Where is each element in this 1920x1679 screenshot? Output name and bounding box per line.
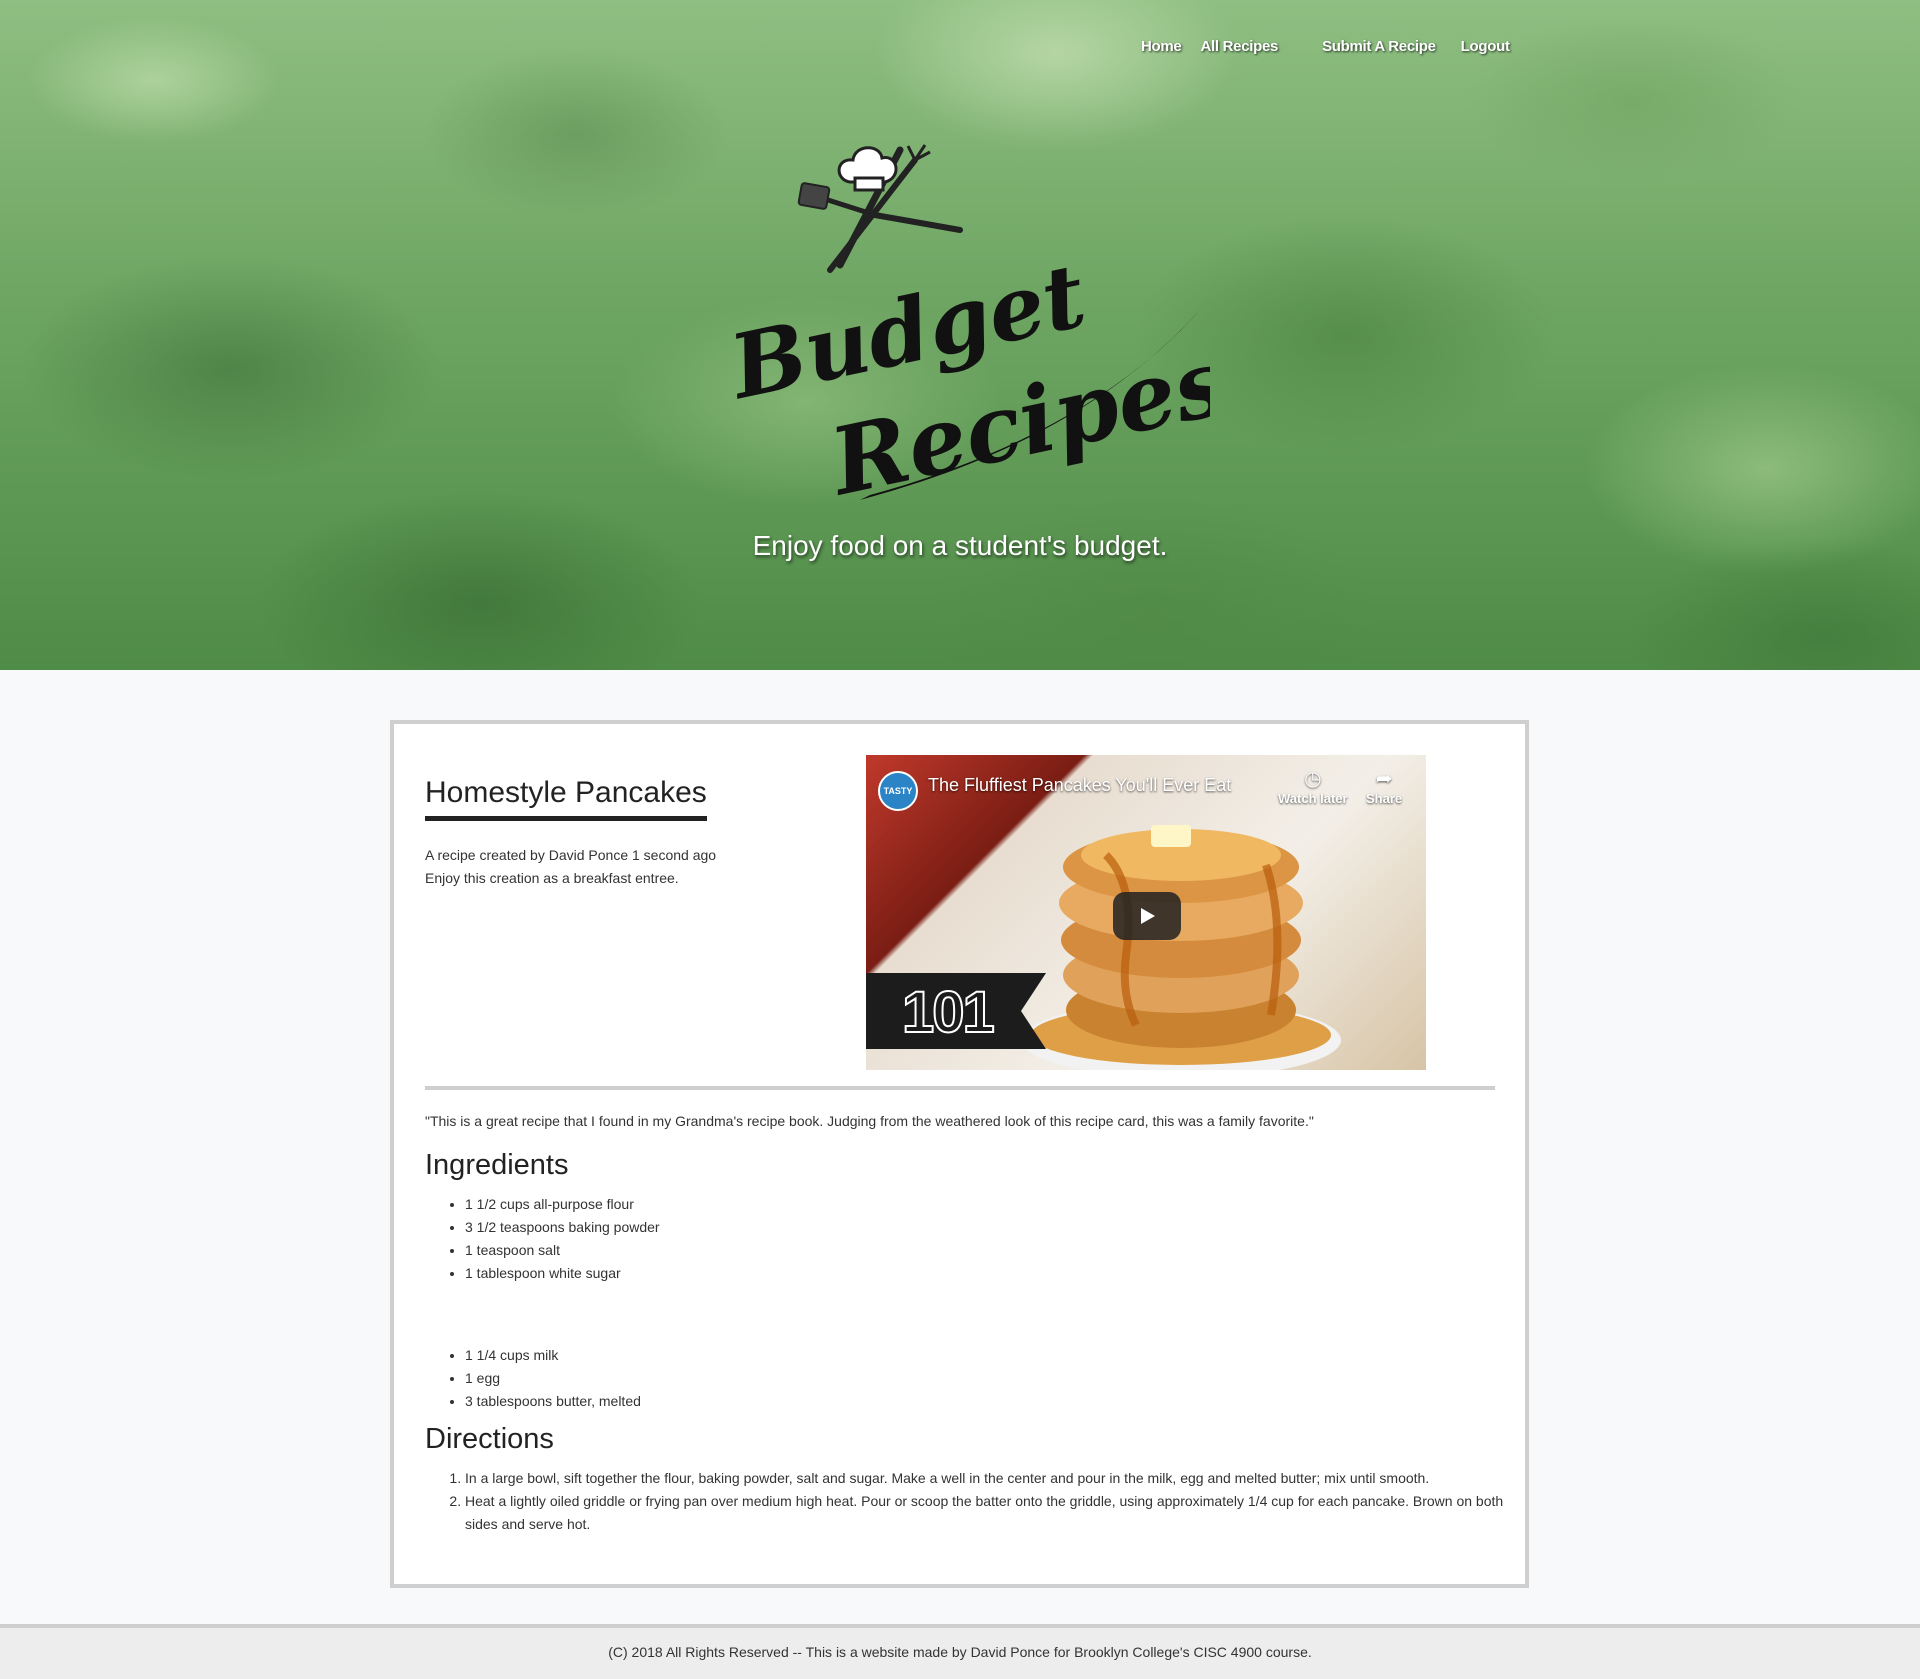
watch-later-label: Watch later	[1278, 791, 1348, 806]
ingredients-list-1: 1 1/2 cups all-purpose flour 3 1/2 teasp…	[425, 1193, 660, 1285]
pancake-thumbnail	[1021, 825, 1341, 1070]
list-item: 1 1/4 cups milk	[465, 1344, 641, 1367]
nav-submit-recipe[interactable]: Submit A Recipe	[1322, 36, 1436, 57]
recipe-card: Homestyle Pancakes A recipe created by D…	[390, 720, 1529, 1588]
ingredients-list-2: 1 1/4 cups milk 1 egg 3 tablespoons butt…	[425, 1344, 641, 1413]
hero-tagline: Enjoy food on a student's budget.	[752, 530, 1168, 561]
list-item: In a large bowl, sift together the flour…	[465, 1467, 1505, 1490]
list-item: 1 egg	[465, 1367, 641, 1390]
badge-text: 101	[901, 979, 996, 1046]
nav-home[interactable]: Home	[1141, 36, 1182, 57]
clock-icon: ◷	[1304, 768, 1322, 790]
recipe-author-line: A recipe created by David Ponce 1 second…	[425, 847, 717, 863]
main-nav: Home All Recipes Submit A Recipe Logout	[1141, 36, 1510, 57]
hero-banner: Home All Recipes Submit A Recipe Logout …	[0, 0, 1920, 670]
section-divider	[425, 1086, 1495, 1090]
play-icon	[1141, 908, 1155, 924]
channel-avatar[interactable]: TASTY	[878, 771, 918, 811]
recipe-quote: "This is a great recipe that I found in …	[425, 1113, 1314, 1129]
video-embed[interactable]: TASTY The Fluffiest Pancakes You'll Ever…	[866, 755, 1426, 1070]
nav-all-recipes[interactable]: All Recipes	[1200, 36, 1278, 57]
nav-logout[interactable]: Logout	[1461, 36, 1510, 57]
list-item: 1 teaspoon salt	[465, 1239, 660, 1262]
list-item: 3 1/2 teaspoons baking powder	[465, 1216, 660, 1239]
footer: (C) 2018 All Rights Reserved -- This is …	[0, 1624, 1920, 1679]
play-button[interactable]	[1113, 892, 1181, 940]
share-label: Share	[1366, 791, 1403, 806]
budget-recipes-logo: Budget Recipes	[720, 144, 1210, 510]
directions-heading: Directions	[425, 1423, 554, 1455]
video-title[interactable]: The Fluffiest Pancakes You'll Ever Eat	[928, 775, 1231, 796]
list-item: Heat a lightly oiled griddle or frying p…	[465, 1490, 1505, 1536]
share-button[interactable]: ➦ Share	[1366, 767, 1402, 806]
recipe-title: Homestyle Pancakes	[425, 776, 707, 821]
ingredients-heading: Ingredients	[425, 1149, 569, 1181]
episode-badge: 101	[866, 973, 1046, 1049]
list-item: 1 tablespoon white sugar	[465, 1262, 660, 1285]
recipe-category-line: Enjoy this creation as a breakfast entre…	[425, 870, 679, 886]
directions-list: In a large bowl, sift together the flour…	[425, 1467, 1505, 1536]
chef-hat-icon	[837, 146, 898, 192]
recipe-meta: A recipe created by David Ponce 1 second…	[425, 844, 716, 890]
share-icon: ➦	[1375, 768, 1393, 790]
list-item: 3 tablespoons butter, melted	[465, 1390, 641, 1413]
footer-text: (C) 2018 All Rights Reserved -- This is …	[608, 1644, 1312, 1660]
watch-later-button[interactable]: ◷ Watch later	[1278, 767, 1348, 806]
list-item: 1 1/2 cups all-purpose flour	[465, 1193, 660, 1216]
